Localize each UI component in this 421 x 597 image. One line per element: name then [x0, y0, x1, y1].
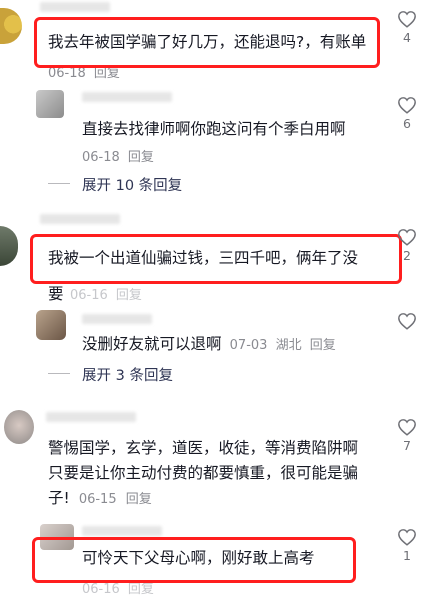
- like-count: 4: [403, 30, 411, 45]
- highlight-box: [30, 234, 402, 284]
- username-blurred[interactable]: [46, 412, 136, 422]
- like-button[interactable]: 7: [394, 418, 420, 453]
- comment-text: 警惕国学，玄学，道医，收徒，等消费陷阱啊: [48, 439, 359, 457]
- comment-text: 直接去找律师啊你跑这问有个季白用啊: [82, 120, 346, 138]
- comment-line: 没删好友就可以退啊 07-03 湖北 回复: [82, 332, 336, 356]
- highlight-box: [32, 537, 356, 583]
- avatar[interactable]: [0, 8, 22, 44]
- reply-button[interactable]: 回复: [116, 288, 142, 303]
- like-count: 1: [403, 548, 411, 563]
- comment-location: 湖北: [275, 338, 302, 353]
- comment-date: 07-03: [229, 338, 268, 353]
- reply-button[interactable]: 回复: [126, 492, 152, 507]
- username-blurred[interactable]: [82, 526, 162, 536]
- avatar[interactable]: [0, 226, 18, 266]
- comment-text-line2: 要: [48, 285, 64, 303]
- comment-text-line2: 只要是让你主动付费的都要慎重，很可能是骗: [48, 464, 359, 482]
- expand-divider: [48, 373, 70, 374]
- reply-button[interactable]: 回复: [310, 338, 336, 353]
- heart-outline-icon: [398, 313, 416, 330]
- avatar[interactable]: [36, 310, 66, 340]
- like-button[interactable]: [394, 312, 420, 330]
- comment-date: 06-18: [48, 66, 86, 81]
- heart-outline-icon: [398, 11, 416, 28]
- comment-date: 06-18: [82, 150, 120, 165]
- reply-button[interactable]: 回复: [128, 150, 154, 165]
- like-button[interactable]: 4: [394, 10, 420, 45]
- like-button[interactable]: 1: [394, 528, 420, 563]
- avatar[interactable]: [4, 410, 34, 444]
- reply-button[interactable]: 回复: [94, 66, 120, 81]
- comment-text: 没删好友就可以退啊: [82, 335, 222, 353]
- comment-date: 06-16: [70, 288, 108, 303]
- username-blurred[interactable]: [82, 314, 152, 324]
- comment-text-line3: 子!: [48, 489, 70, 507]
- comment-meta: 06-16 回复: [70, 284, 142, 303]
- comment-line3: 子! 06-15 回复: [48, 486, 152, 510]
- expand-divider: [48, 183, 70, 184]
- expand-replies-button[interactable]: 展开 10 条回复: [82, 174, 182, 195]
- like-button[interactable]: 2: [394, 228, 420, 263]
- like-count: 2: [403, 248, 411, 263]
- heart-outline-icon: [398, 229, 416, 246]
- like-button[interactable]: 6: [394, 96, 420, 131]
- like-count: 7: [403, 438, 411, 453]
- heart-outline-icon: [398, 529, 416, 546]
- avatar[interactable]: [36, 90, 64, 118]
- heart-outline-icon: [398, 97, 416, 114]
- like-count: 6: [403, 116, 411, 131]
- comment-date: 06-16: [82, 582, 120, 597]
- reply-button[interactable]: 回复: [128, 582, 154, 597]
- username-blurred[interactable]: [40, 2, 110, 12]
- username-blurred[interactable]: [82, 92, 172, 102]
- username-blurred[interactable]: [40, 214, 120, 224]
- expand-replies-button[interactable]: 展开 3 条回复: [82, 364, 173, 385]
- comment-date: 06-15: [78, 492, 117, 507]
- heart-outline-icon: [398, 419, 416, 436]
- comment-meta: 06-18 回复: [82, 146, 154, 165]
- highlight-box: [34, 17, 380, 68]
